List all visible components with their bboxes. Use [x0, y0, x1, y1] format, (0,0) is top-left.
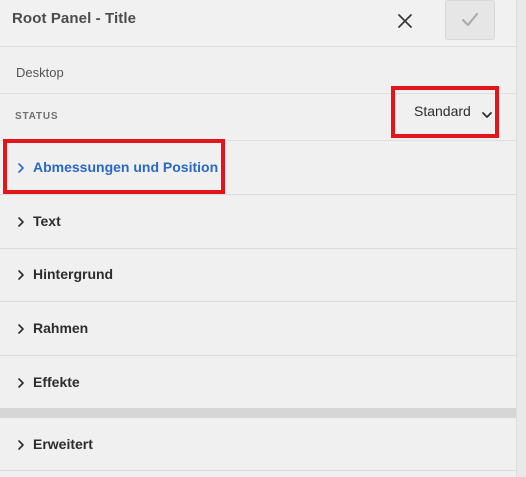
accordion-item-abmessungen[interactable]: Abmessungen und Position: [0, 141, 516, 195]
accordion-item-label: Hintergrund: [33, 266, 114, 282]
scrollbar[interactable]: [516, 0, 526, 477]
close-button[interactable]: [390, 6, 420, 36]
section-divider: [0, 408, 516, 418]
chevron-down-icon: [482, 112, 492, 118]
accordion-item-label: Abmessungen und Position: [33, 159, 219, 175]
chevron-right-icon: [18, 163, 24, 173]
chevron-right-icon: [18, 378, 24, 388]
panel-header: Root Panel - Title: [0, 0, 516, 47]
device-label: Desktop: [16, 65, 64, 80]
accordion-item-label: Effekte: [33, 374, 80, 390]
accordion-item-text[interactable]: Text: [0, 195, 516, 249]
confirm-button[interactable]: [445, 0, 495, 40]
close-icon: [398, 14, 412, 28]
accordion-item-label: Rahmen: [33, 320, 89, 336]
status-label: STATUS: [15, 111, 59, 122]
status-selected-value: Standard: [414, 103, 471, 119]
status-dropdown[interactable]: Standard: [391, 86, 499, 138]
chevron-right-icon: [18, 270, 24, 280]
panel-title: Root Panel - Title: [12, 10, 137, 27]
accordion-item-hintergrund[interactable]: Hintergrund: [0, 248, 516, 302]
chevron-right-icon: [18, 324, 24, 334]
accordion-item-label: Erweitert: [33, 436, 93, 452]
accordion-item-erweitert[interactable]: Erweitert: [0, 418, 516, 471]
checkmark-icon: [462, 13, 478, 26]
properties-panel: Root Panel - Title Desktop STATUS Standa…: [0, 0, 516, 477]
accordion-item-effekte[interactable]: Effekte: [0, 356, 516, 410]
chevron-right-icon: [18, 217, 24, 227]
accordion-item-rahmen[interactable]: Rahmen: [0, 302, 516, 356]
status-row: STATUS Standard: [0, 86, 516, 141]
accordion-item-label: Text: [33, 213, 61, 229]
chevron-right-icon: [18, 440, 24, 450]
